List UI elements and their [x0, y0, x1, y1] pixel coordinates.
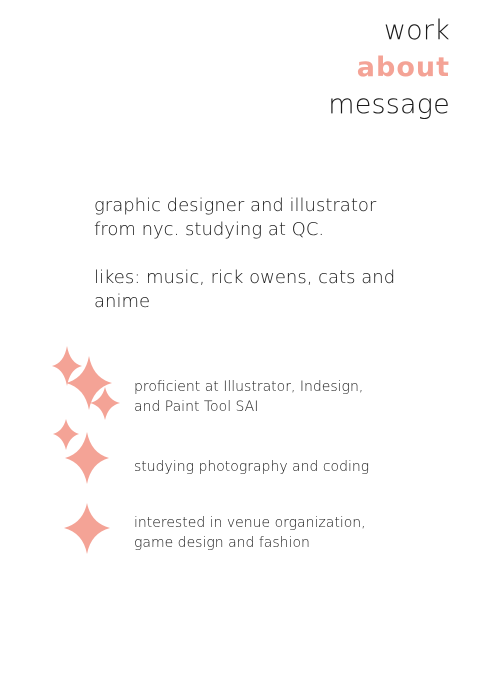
- nav-link-message[interactable]: message: [328, 88, 450, 122]
- skill-item-software: proficient at Illustrator, Indesign, and…: [134, 379, 364, 415]
- nav-link-work[interactable]: work: [384, 14, 450, 48]
- sparkle-icon: [53, 419, 79, 450]
- bio-section: graphic designer and illustrator from ny…: [94, 194, 414, 314]
- sparkle-icon: [65, 432, 109, 484]
- sparkle-icon: [64, 503, 110, 554]
- sparkle-icon: [90, 387, 120, 420]
- sparkle-icon: [52, 346, 82, 386]
- bio-likes: likes: music, rick owens, cats and anime: [94, 267, 396, 312]
- main-nav: work about message: [328, 14, 450, 122]
- skill-item-photography: studying photography and coding: [134, 459, 370, 475]
- skill-item-interests: interested in venue organization, game d…: [134, 515, 366, 551]
- sparkle-icon: [66, 356, 112, 410]
- nav-link-about[interactable]: about: [357, 51, 450, 85]
- bio-intro: graphic designer and illustrator from ny…: [94, 195, 377, 240]
